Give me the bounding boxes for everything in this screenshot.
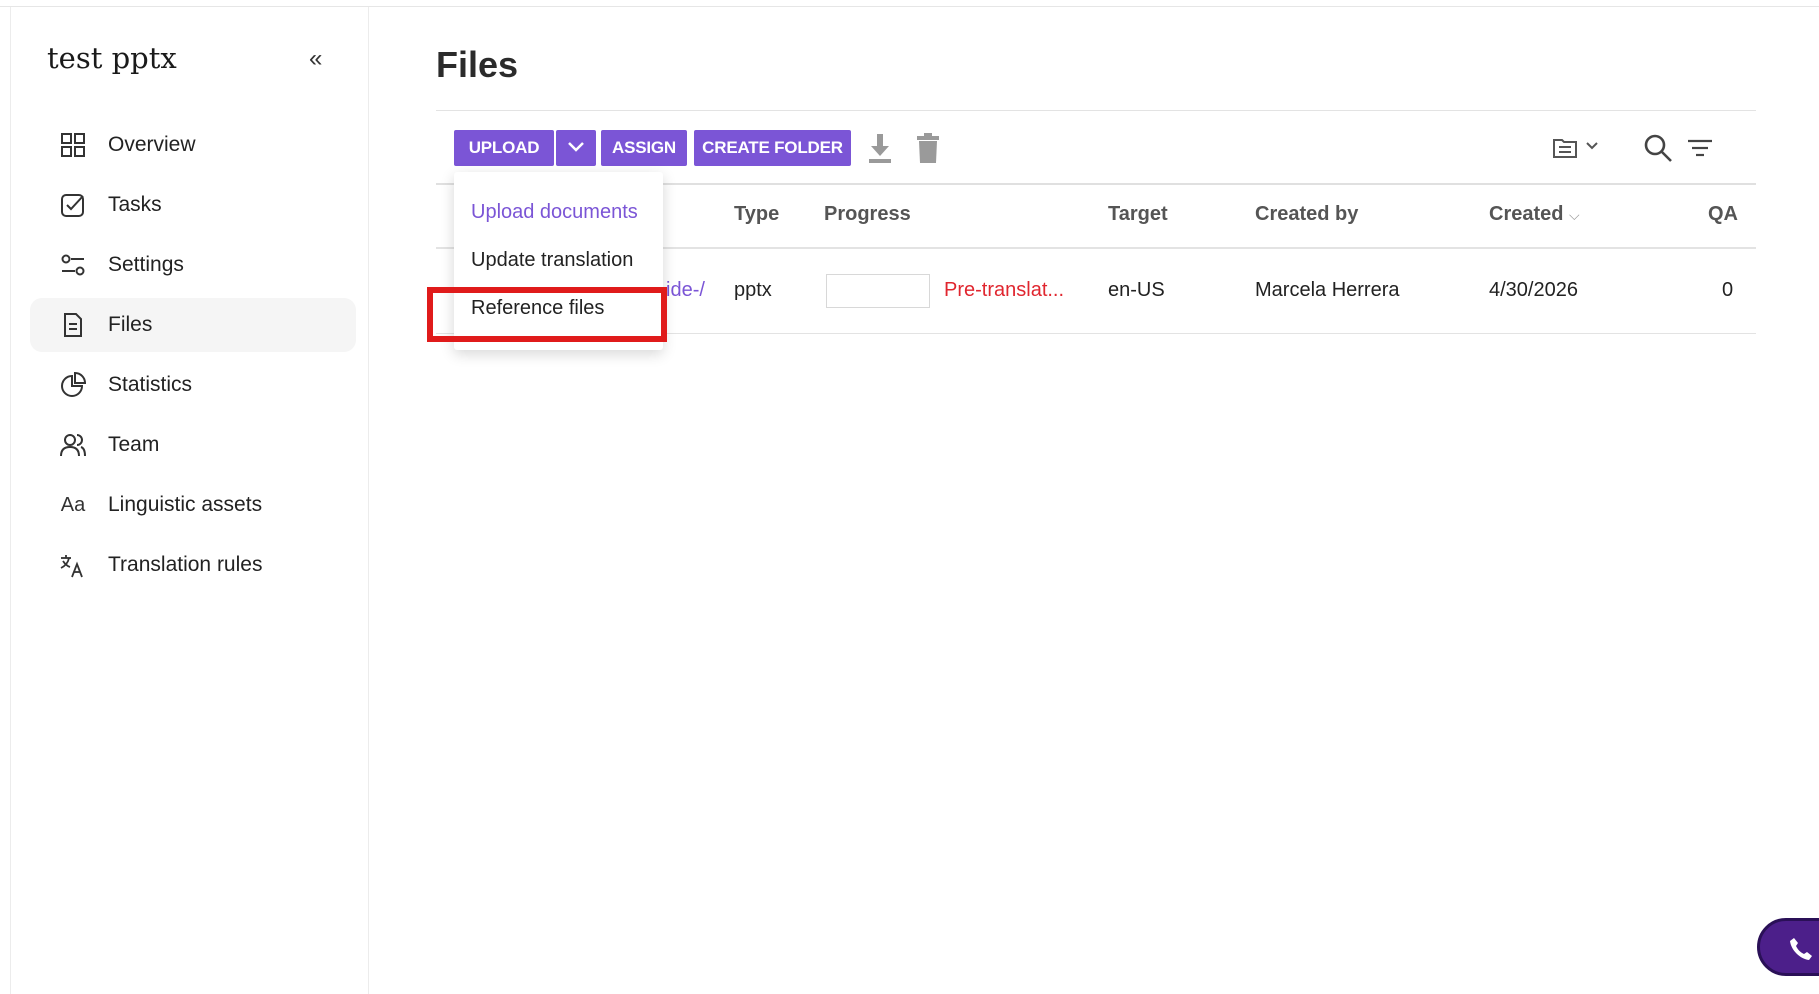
- sidebar-item-label: Settings: [108, 253, 184, 276]
- column-header-created-label: Created: [1489, 203, 1564, 225]
- page-title: Files: [436, 44, 519, 85]
- sidebar-item-overview[interactable]: Overview: [30, 118, 356, 172]
- phone-icon: [1788, 935, 1814, 966]
- sidebar-item-linguistic-assets[interactable]: Aa Linguistic assets: [30, 478, 356, 532]
- sidebar-item-files[interactable]: Files: [30, 298, 356, 352]
- sort-indicator-icon: ⌵: [1569, 207, 1580, 223]
- sidebar-nav: Overview Tasks Settings Files Statistics…: [30, 118, 356, 598]
- progress-bar: [826, 274, 930, 308]
- sidebar-item-label: Linguistic assets: [108, 493, 263, 516]
- assign-button[interactable]: ASSIGN: [601, 130, 687, 166]
- sidebar-item-label: Translation rules: [108, 553, 263, 576]
- call-widget[interactable]: [1757, 918, 1819, 976]
- create-folder-button[interactable]: CREATE FOLDER: [694, 130, 851, 166]
- sidebar-item-settings[interactable]: Settings: [30, 238, 356, 292]
- file-type: pptx: [734, 279, 772, 301]
- column-header-qa[interactable]: QA: [1708, 203, 1738, 226]
- upload-dropdown-button[interactable]: [556, 130, 596, 166]
- progress-status: Pre-translat...: [944, 279, 1065, 301]
- sidebar-item-tasks[interactable]: Tasks: [30, 178, 356, 232]
- team-icon: [58, 430, 88, 460]
- created-date: 4/30/2026: [1489, 279, 1578, 301]
- grid-icon: [58, 130, 88, 160]
- title-divider: [436, 110, 1756, 111]
- translate-icon: [58, 550, 88, 580]
- menu-item-update-translation[interactable]: Update translation: [471, 249, 633, 272]
- column-header-created-by[interactable]: Created by: [1255, 203, 1358, 226]
- created-by: Marcela Herrera: [1255, 279, 1400, 301]
- column-header-type[interactable]: Type: [734, 203, 779, 226]
- file-icon: [58, 310, 88, 340]
- search-icon[interactable]: [1643, 133, 1673, 168]
- sidebar-item-translation-rules[interactable]: Translation rules: [30, 538, 356, 592]
- qa-count: 0: [1722, 279, 1734, 301]
- column-header-created[interactable]: Created ⌵: [1489, 203, 1580, 226]
- sidebar-item-team[interactable]: Team: [30, 418, 356, 472]
- sidebar-item-label: Team: [108, 433, 160, 456]
- checkbox-icon: [58, 190, 88, 220]
- pie-chart-icon: [58, 370, 88, 400]
- sidebar: test pptx « Overview Tasks Settings File…: [10, 7, 369, 994]
- sidebar-item-label: Statistics: [108, 373, 193, 396]
- collapse-sidebar-icon[interactable]: «: [309, 47, 322, 71]
- filter-icon[interactable]: [1687, 137, 1713, 164]
- column-header-target[interactable]: Target: [1108, 203, 1168, 226]
- menu-item-upload-documents[interactable]: Upload documents: [471, 201, 638, 224]
- target-language: en-US: [1108, 279, 1165, 301]
- project-title: test pptx: [47, 41, 177, 75]
- chevron-down-icon: [567, 138, 585, 158]
- download-icon[interactable]: [867, 132, 893, 169]
- delete-icon[interactable]: [916, 132, 940, 169]
- file-name-link[interactable]: ide-/: [666, 279, 705, 302]
- aa-icon: Aa: [60, 493, 86, 516]
- sliders-icon: [58, 250, 88, 280]
- view-options-icon[interactable]: [1552, 136, 1602, 165]
- sidebar-item-label: Overview: [108, 133, 196, 156]
- upload-button[interactable]: UPLOAD: [454, 130, 554, 166]
- sidebar-item-label: Files: [108, 313, 153, 336]
- top-border: [0, 0, 1819, 7]
- column-header-progress[interactable]: Progress: [824, 203, 911, 226]
- sidebar-item-label: Tasks: [108, 193, 162, 216]
- highlight-annotation-box: [427, 287, 667, 342]
- sidebar-item-statistics[interactable]: Statistics: [30, 358, 356, 412]
